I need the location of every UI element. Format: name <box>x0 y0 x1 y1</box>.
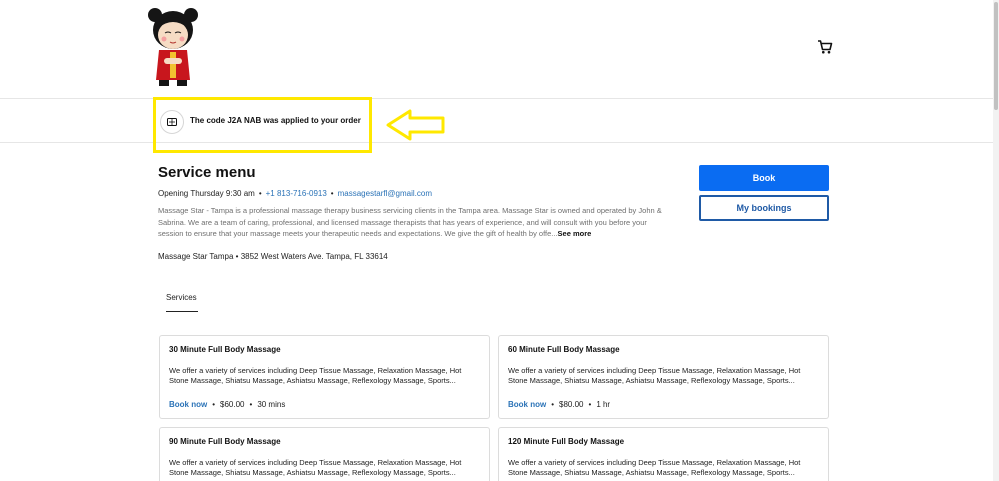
tab-active-indicator <box>166 311 198 312</box>
service-description: We offer a variety of services including… <box>508 458 801 477</box>
business-meta: Opening Thursday 9:30 am • +1 813-716-0913… <box>158 189 432 198</box>
service-footer: Book now • $60.00 • 30 mins <box>169 400 285 409</box>
service-description: We offer a variety of services including… <box>508 366 801 385</box>
service-card[interactable]: 30 Minute Full Body Massage We offer a v… <box>159 335 490 419</box>
service-price: $80.00 <box>559 400 584 409</box>
business-description: Massage Star - Tampa is a professional m… <box>158 205 663 240</box>
separator: • <box>258 189 262 198</box>
promo-banner <box>0 99 999 143</box>
book-now-link[interactable]: Book now <box>508 400 546 409</box>
service-description: We offer a variety of services including… <box>169 458 462 477</box>
separator: • <box>249 400 253 409</box>
service-name: 90 Minute Full Body Massage <box>169 437 281 446</box>
business-address: Massage Star Tampa • 3852 West Waters Av… <box>158 252 388 261</box>
my-bookings-button[interactable]: My bookings <box>699 195 829 221</box>
service-name: 30 Minute Full Body Massage <box>169 345 281 354</box>
separator: • <box>551 400 555 409</box>
separator: • <box>212 400 216 409</box>
service-name: 120 Minute Full Body Massage <box>508 437 625 446</box>
annotation-highlight-box <box>153 97 372 153</box>
see-more-link[interactable]: See more <box>558 229 592 238</box>
service-description: We offer a variety of services including… <box>169 366 462 385</box>
book-now-link[interactable]: Book now <box>169 400 207 409</box>
service-footer: Book now • $80.00 • 1 hr <box>508 400 610 409</box>
cart-icon[interactable] <box>817 39 833 55</box>
separator: • <box>330 189 334 198</box>
arrow-left-icon <box>386 109 445 141</box>
page-title: Service menu <box>158 164 256 181</box>
service-card[interactable]: 60 Minute Full Body Massage We offer a v… <box>498 335 829 419</box>
service-card[interactable]: 120 Minute Full Body Massage We offer a … <box>498 427 829 481</box>
service-price: $60.00 <box>220 400 245 409</box>
tab-services[interactable]: Services <box>166 293 197 302</box>
service-duration: 30 mins <box>257 400 286 409</box>
separator: • <box>588 400 592 409</box>
book-button[interactable]: Book <box>699 165 829 191</box>
service-name: 60 Minute Full Body Massage <box>508 345 620 354</box>
email-link[interactable]: massagestarfl@gmail.com <box>338 189 432 198</box>
service-card[interactable]: 90 Minute Full Body Massage We offer a v… <box>159 427 490 481</box>
service-duration: 1 hr <box>596 400 611 409</box>
doll-logo-icon <box>148 8 198 86</box>
phone-link[interactable]: +1 813-716-0913 <box>266 189 327 198</box>
opening-hours: Opening Thursday 9:30 am <box>158 189 255 198</box>
site-header <box>0 0 999 99</box>
scrollbar-thumb[interactable] <box>994 2 998 110</box>
